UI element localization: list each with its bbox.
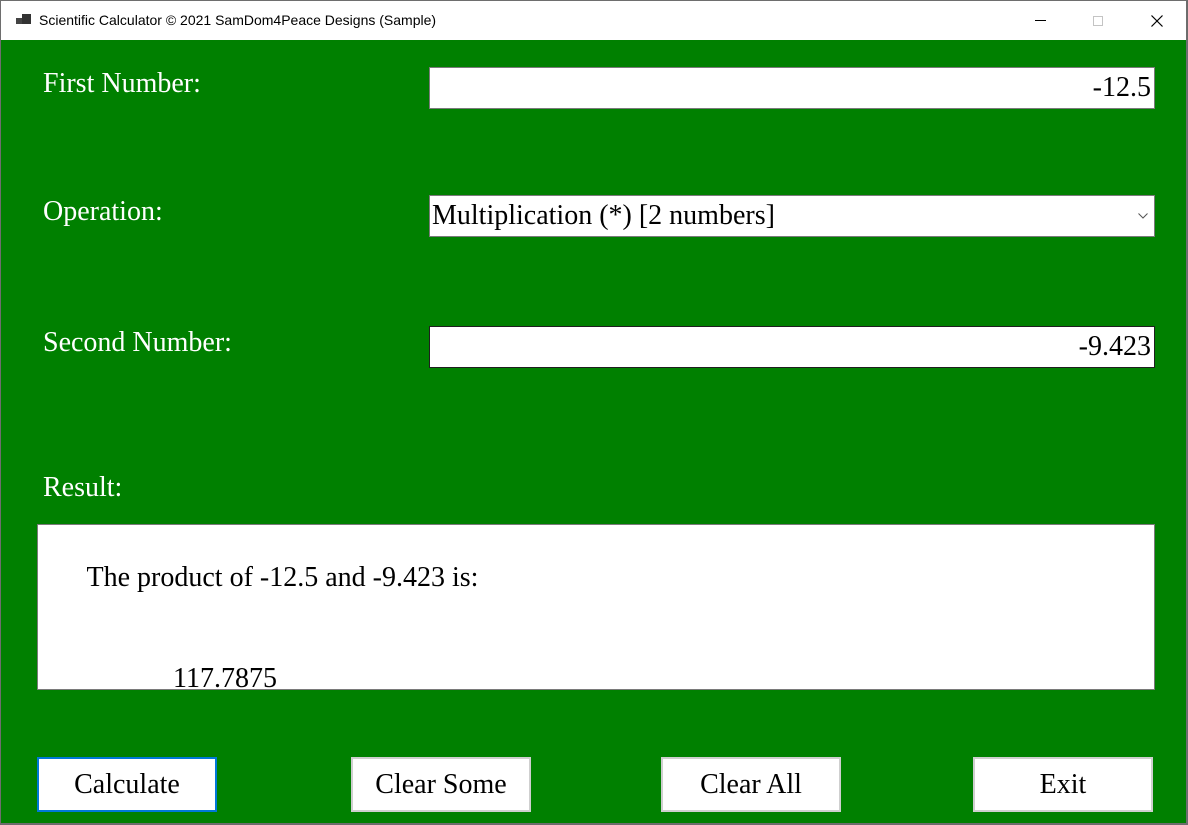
clear-all-button[interactable]: Clear All — [661, 757, 841, 812]
operation-dropdown[interactable]: Multiplication (*) [2 numbers] — [429, 195, 1155, 237]
result-textbox[interactable]: The product of -12.5 and -9.423 is: 117.… — [37, 524, 1155, 690]
calculator-window: Scientific Calculator © 2021 SamDom4Peac… — [0, 0, 1187, 824]
first-number-input[interactable] — [429, 67, 1155, 109]
close-icon — [1151, 14, 1163, 27]
app-window-icon — [16, 14, 32, 28]
title-bar[interactable]: Scientific Calculator © 2021 SamDom4Peac… — [1, 1, 1186, 40]
calculator-form: First Number: Operation: Multiplication … — [1, 40, 1186, 823]
clear-some-button[interactable]: Clear Some — [351, 757, 531, 812]
first-number-label: First Number: — [43, 68, 201, 99]
close-button[interactable] — [1128, 1, 1186, 40]
second-number-label: Second Number: — [43, 327, 232, 358]
result-value: 117.7875 — [173, 663, 277, 690]
window-title: Scientific Calculator © 2021 SamDom4Peac… — [39, 12, 437, 28]
result-label: Result: — [43, 472, 123, 503]
exit-button[interactable]: Exit — [973, 757, 1153, 812]
operation-selected-value: Multiplication (*) [2 numbers] — [432, 200, 775, 231]
calculate-button[interactable]: Calculate — [37, 757, 217, 812]
second-number-input[interactable] — [429, 326, 1155, 368]
maximize-button[interactable] — [1069, 1, 1127, 40]
minimize-icon — [1034, 20, 1046, 21]
result-description: The product of -12.5 and -9.423 is: — [86, 562, 479, 593]
operation-label: Operation: — [43, 196, 163, 227]
minimize-button[interactable] — [1011, 1, 1069, 40]
maximize-icon — [1093, 15, 1103, 26]
chevron-down-icon[interactable] — [1132, 196, 1154, 236]
